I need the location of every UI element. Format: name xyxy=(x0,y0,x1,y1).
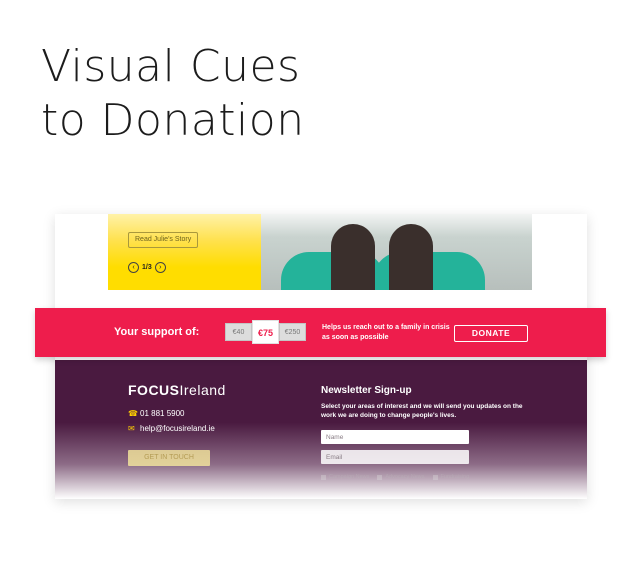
headline-line-1: Visual Cues xyxy=(41,41,301,92)
photo-hair-right xyxy=(389,224,433,290)
newsletter-checkbox[interactable]: Campaign News xyxy=(321,474,369,480)
newsletter-title: Newsletter Sign-up xyxy=(321,385,412,396)
chevron-left-icon[interactable]: ‹ xyxy=(128,262,139,273)
helps-text: Helps us reach out to a family in crisis… xyxy=(322,324,450,341)
headline-line-2: to Donation xyxy=(41,95,305,146)
story-pager: ‹ 1/3 › xyxy=(128,262,166,273)
logo-light: Ireland xyxy=(179,382,226,398)
newsletter-description: Select your areas of interest and we wil… xyxy=(321,403,523,419)
donate-button[interactable]: DONATE xyxy=(454,325,528,342)
photo-hair-left xyxy=(331,224,375,290)
amount-option-250[interactable]: €250 xyxy=(279,323,306,341)
checkbox-label: Advocacy News xyxy=(385,474,425,480)
checkbox-label: Campaign News xyxy=(329,474,370,480)
focus-ireland-logo[interactable]: FOCUSIreland xyxy=(128,382,226,398)
newsletter-checkbox[interactable]: Advocacy News xyxy=(377,474,425,480)
phone-contact[interactable]: ☎ 01 881 5900 xyxy=(128,409,185,418)
donate-bar: Your support of: €40 €75 €250 Helps us r… xyxy=(35,308,606,357)
amount-selector: €40 €75 €250 xyxy=(225,320,306,344)
checkbox-box xyxy=(377,474,383,480)
amount-option-40[interactable]: €40 xyxy=(225,323,252,341)
newsletter-email-field[interactable] xyxy=(321,450,469,464)
checkbox-label: Fundraising xyxy=(440,474,470,480)
mail-icon: ✉ xyxy=(128,424,135,433)
read-story-button[interactable]: Read Julie's Story xyxy=(128,232,199,248)
site-footer: FOCUSIreland ☎ 01 881 5900 ✉ help@focusi… xyxy=(55,360,587,499)
get-in-touch-button[interactable]: GET IN TOUCH xyxy=(128,450,210,466)
amount-option-75-selected[interactable]: €75 xyxy=(252,320,279,344)
story-panel: Read Julie's Story ‹ 1/3 › xyxy=(108,214,261,290)
support-label: Your support of: xyxy=(114,326,200,338)
story-photo xyxy=(261,214,532,290)
logo-bold: FOCUS xyxy=(128,382,180,398)
page-headline: Visual Cues to Donation xyxy=(41,40,305,148)
email-contact[interactable]: ✉ help@focusireland.ie xyxy=(128,424,215,433)
newsletter-name-field[interactable] xyxy=(321,430,469,444)
chevron-right-icon[interactable]: › xyxy=(154,262,166,273)
pager-count: 1/3 xyxy=(142,264,152,271)
newsletter-checkboxes: Campaign News Advocacy News Fundraising xyxy=(321,474,469,480)
phone-number: 01 881 5900 xyxy=(140,409,185,418)
checkbox-box xyxy=(321,474,326,480)
checkbox-box xyxy=(432,474,438,480)
newsletter-checkbox[interactable]: Fundraising xyxy=(432,474,470,480)
phone-icon: ☎ xyxy=(128,409,138,418)
email-address: help@focusireland.ie xyxy=(140,424,215,433)
